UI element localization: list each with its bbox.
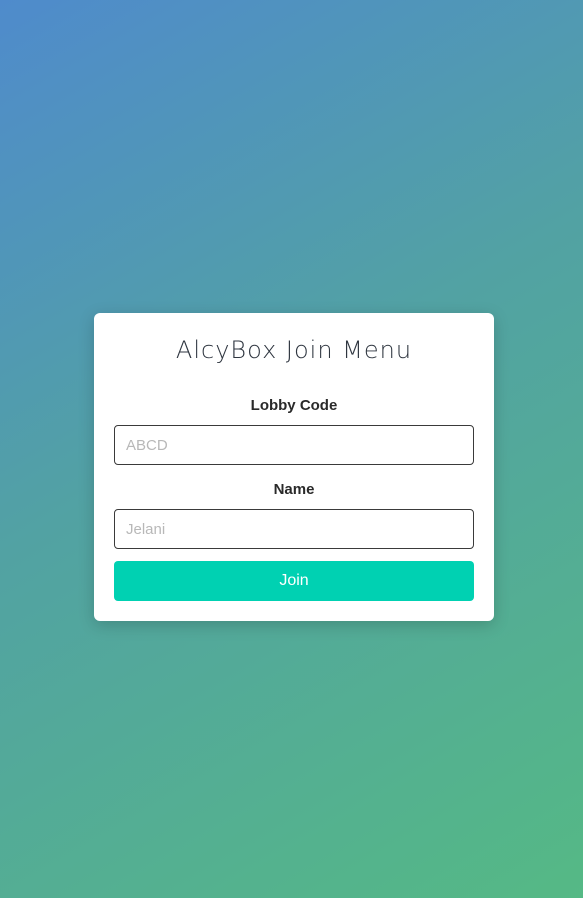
page-title: AlcyBox Join Menu <box>175 336 413 364</box>
lobby-code-label: Lobby Code <box>250 397 338 414</box>
name-label: Name <box>273 481 315 498</box>
lobby-code-input[interactable] <box>114 425 474 465</box>
join-button[interactable]: Join <box>114 561 474 601</box>
join-menu-card: AlcyBox Join Menu Lobby Code Name Join <box>94 313 494 621</box>
name-input[interactable] <box>114 509 474 549</box>
